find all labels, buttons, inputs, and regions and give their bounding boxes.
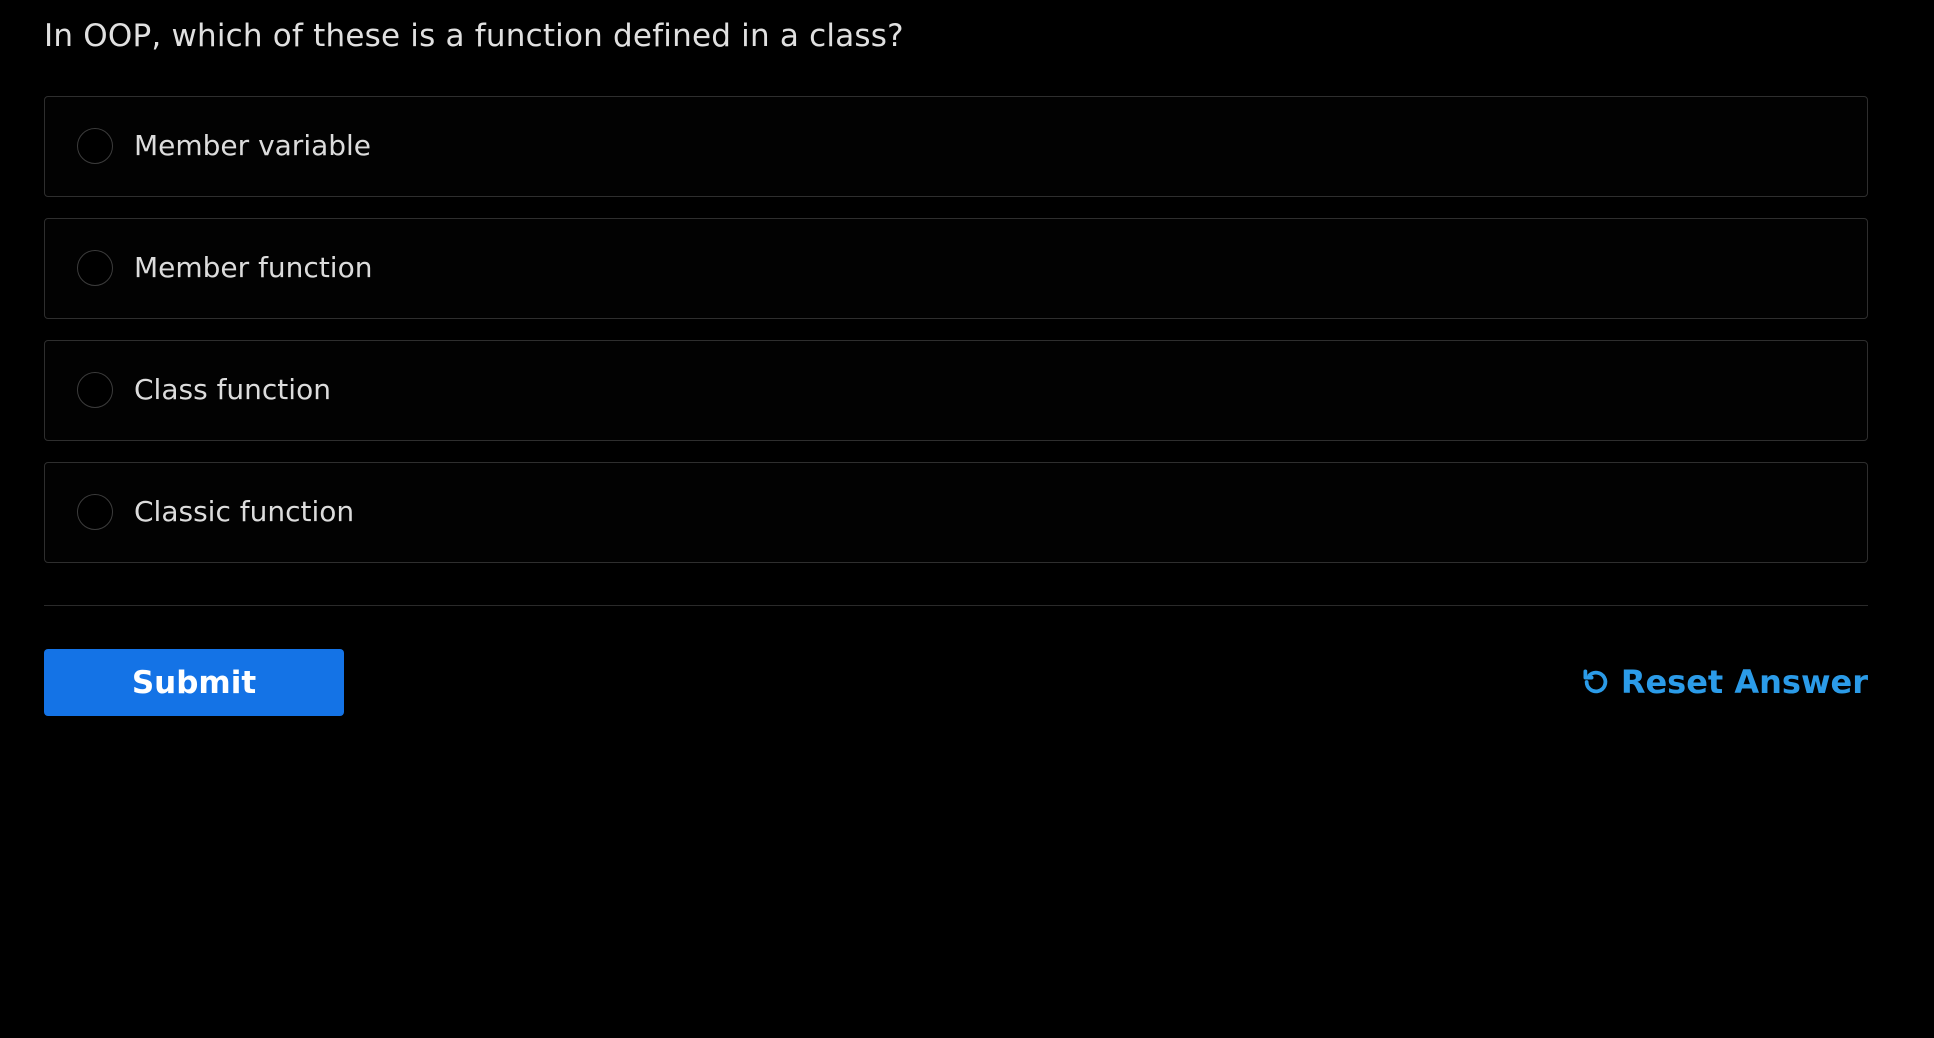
option-label: Class function bbox=[134, 373, 331, 406]
answer-options: Member variable Member function Class fu… bbox=[44, 96, 1868, 584]
answer-option-member-variable[interactable]: Member variable bbox=[44, 96, 1868, 197]
answer-option-classic-function[interactable]: Classic function bbox=[44, 462, 1868, 563]
radio-button[interactable] bbox=[77, 494, 113, 530]
option-label: Member variable bbox=[134, 129, 372, 162]
radio-button[interactable] bbox=[77, 372, 113, 408]
radio-button[interactable] bbox=[77, 250, 113, 286]
option-label: Classic function bbox=[134, 495, 355, 528]
answer-option-class-function[interactable]: Class function bbox=[44, 340, 1868, 441]
question-text: In OOP, which of these is a function def… bbox=[44, 18, 904, 54]
answer-option-member-function[interactable]: Member function bbox=[44, 218, 1868, 319]
quiz-container: In OOP, which of these is a function def… bbox=[0, 0, 1934, 1038]
submit-button[interactable]: Submit bbox=[44, 649, 344, 716]
radio-button[interactable] bbox=[77, 128, 113, 164]
divider bbox=[44, 605, 1868, 606]
reset-answer-button[interactable]: Reset Answer bbox=[1581, 658, 1868, 706]
reset-answer-label: Reset Answer bbox=[1620, 663, 1868, 701]
option-label: Member function bbox=[134, 251, 373, 284]
reset-icon bbox=[1583, 669, 1608, 694]
